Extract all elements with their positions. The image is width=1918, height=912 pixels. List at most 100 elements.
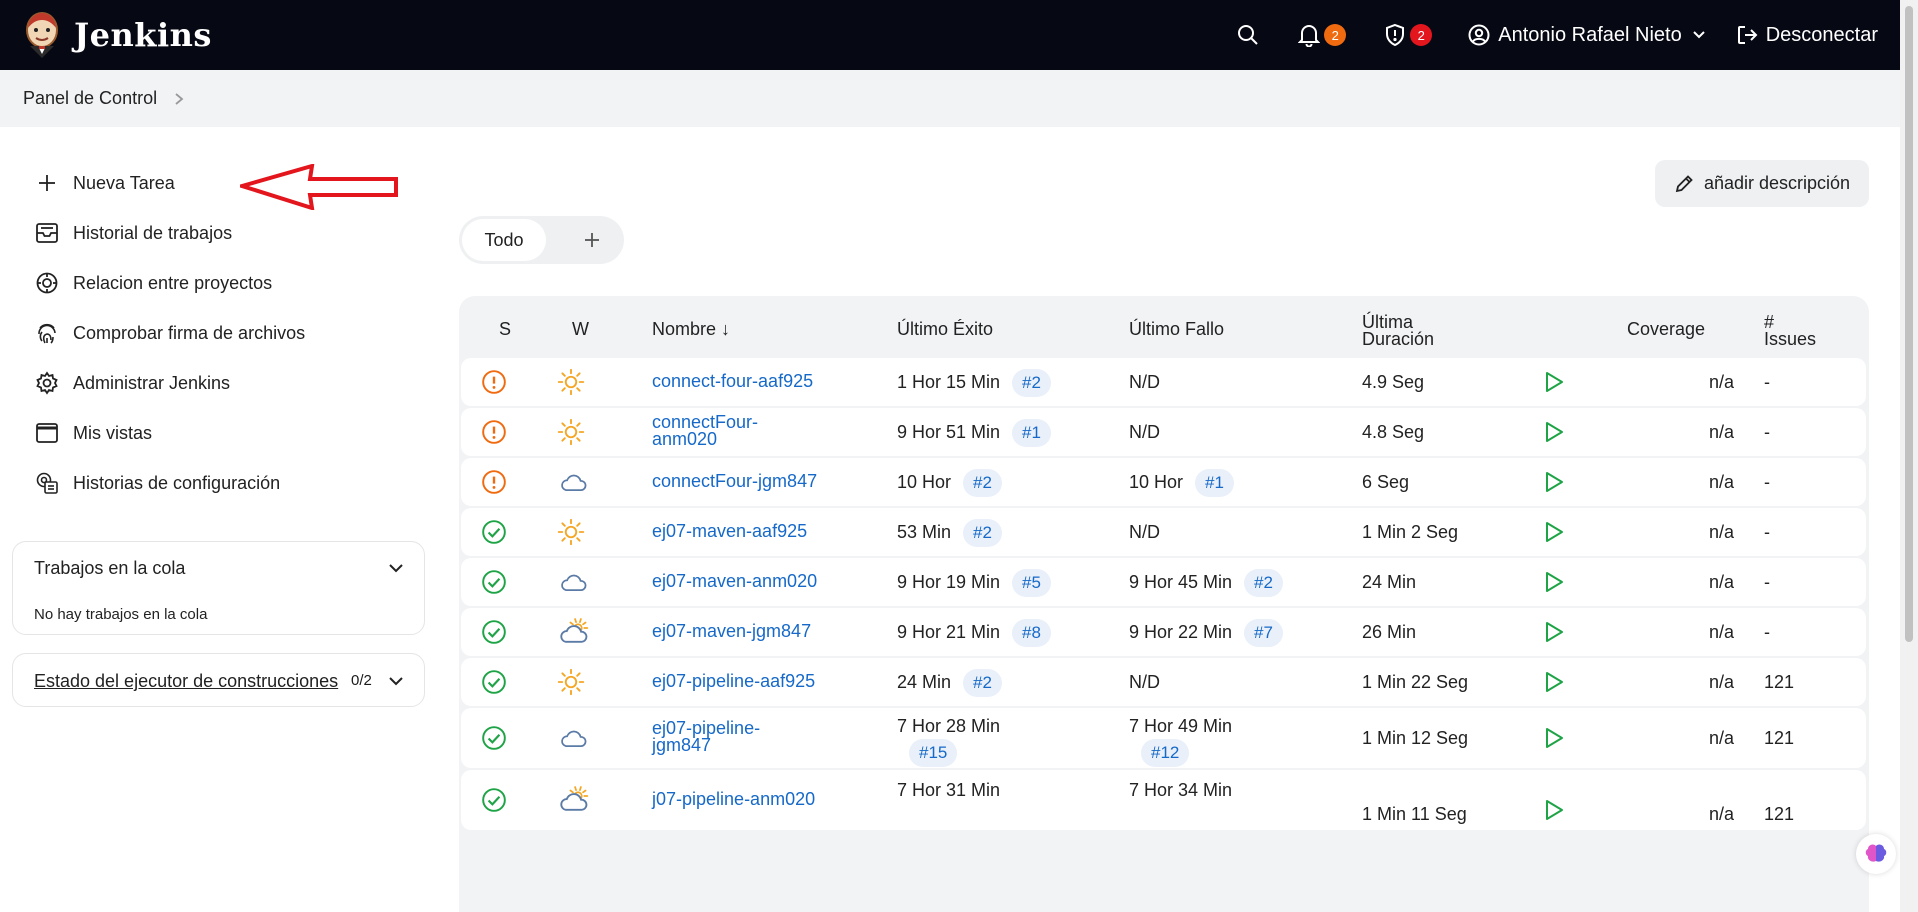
table-row: ej07-maven-jgm847 9 Hor 21 Min #8 9 Hor 22 … [461, 608, 1866, 656]
build-queue-panel: Trabajos en la cola No hay trabajos en l… [12, 541, 425, 635]
chevron-down-icon [1693, 31, 1705, 39]
build-link[interactable]: #1 [1012, 419, 1051, 447]
job-name-link[interactable]: connectFour-anm020 [652, 413, 758, 448]
status-unstable-icon [481, 369, 507, 400]
table-row: ej07-pipeline-aaf925 24 Min #2 N/D 1 Min 22 … [461, 658, 1866, 706]
build-link[interactable]: #2 [1244, 569, 1283, 597]
header-coverage[interactable]: Coverage [1627, 320, 1705, 338]
last-failure-cell: N/D [1129, 372, 1160, 392]
job-name-link[interactable]: ej07-pipeline-jgm847 [652, 719, 760, 754]
scrollbar-thumb[interactable] [1905, 6, 1913, 642]
job-name-link[interactable]: connectFour-jgm847 [652, 472, 817, 490]
coverage-cell: n/a [1709, 422, 1735, 442]
issues-cell: 121 [1764, 672, 1795, 692]
sidebar-item-project-relationship[interactable]: Relacion entre proyectos [34, 270, 272, 296]
schedule-build-icon[interactable] [1543, 420, 1565, 449]
schedule-build-icon[interactable] [1543, 620, 1565, 649]
user-name: Antonio Rafael Nieto [1498, 23, 1682, 46]
header-name[interactable]: Nombre ↓ [652, 320, 730, 338]
coverage-cell: n/a [1709, 672, 1735, 692]
weather-cloudy-icon [557, 468, 589, 501]
sidebar-item-label: Administrar Jenkins [73, 372, 231, 393]
search-button[interactable] [1236, 23, 1260, 47]
header-issues-2[interactable]: Issues [1764, 330, 1816, 348]
last-duration-cell: 1 Min 12 Seg [1362, 728, 1469, 748]
last-duration-cell: 26 Min [1362, 622, 1417, 642]
weather-sunny-icon [557, 418, 585, 451]
build-link[interactable]: #1 [1195, 469, 1234, 497]
job-name-link[interactable]: j07-pipeline-anm020 [652, 790, 815, 808]
build-link[interactable]: #2 [963, 669, 1002, 697]
issues-cell: - [1764, 622, 1770, 642]
fingerprint-icon [38, 323, 56, 344]
chevron-right-icon[interactable] [173, 92, 185, 106]
job-name-link[interactable]: ej07-pipeline-aaf925 [652, 672, 815, 690]
schedule-build-icon[interactable] [1543, 370, 1565, 399]
last-failure-cell: N/D [1129, 422, 1160, 442]
user-menu[interactable]: Antonio Rafael Nieto [1468, 24, 1705, 47]
issues-cell: - [1764, 372, 1770, 392]
schedule-build-icon[interactable] [1543, 726, 1565, 755]
assistant-button[interactable] [1856, 834, 1896, 874]
issues-cell: 121 [1764, 804, 1795, 824]
plus-icon [585, 233, 599, 247]
security-button[interactable]: 2 [1384, 23, 1433, 47]
header-last-failure[interactable]: Último Fallo [1129, 320, 1224, 338]
sidebar-item-config-history[interactable]: Historias de configuración [34, 470, 280, 496]
bell-icon [1298, 25, 1321, 47]
sidebar-item-label: Mis vistas [73, 422, 153, 443]
build-link[interactable]: #2 [963, 519, 1002, 547]
last-success-cell: 53 Min #2 [897, 518, 1002, 547]
job-name-link[interactable]: connect-four-aaf925 [652, 372, 813, 390]
build-link[interactable]: #8 [1012, 619, 1051, 647]
add-view-button[interactable] [571, 219, 613, 261]
schedule-build-icon[interactable] [1543, 470, 1565, 499]
app-name: Jenkins [74, 16, 212, 54]
header-last-duration-2[interactable]: Duración [1362, 330, 1434, 348]
status-success-icon [481, 725, 507, 756]
sidebar-item-fingerprint[interactable]: Comprobar firma de archivos [34, 320, 305, 346]
add-description-button[interactable]: añadir descripción [1655, 160, 1869, 207]
chevron-down-icon[interactable] [388, 674, 404, 688]
jenkins-logo[interactable]: Jenkins [22, 10, 212, 60]
build-link[interactable]: #2 [1012, 369, 1051, 397]
coverage-cell: n/a [1709, 622, 1735, 642]
issues-cell: - [1764, 522, 1770, 542]
sidebar-item-manage-jenkins[interactable]: Administrar Jenkins [34, 370, 230, 396]
breadcrumb-dashboard[interactable]: Panel de Control [23, 88, 157, 109]
last-success-cell: 7 Hor 31 Min [897, 780, 1001, 800]
top-bar: Jenkins 2 2 Antonio Rafael Nieto Descone… [0, 0, 1900, 70]
notifications-button[interactable]: 2 [1298, 23, 1347, 47]
schedule-build-icon[interactable] [1543, 570, 1565, 599]
logout-label: Desconectar [1765, 23, 1878, 46]
sidebar-item-new-task[interactable]: Nueva Tarea [34, 170, 175, 196]
header-status[interactable]: S [499, 320, 511, 338]
build-link[interactable]: #15 [909, 739, 958, 767]
build-link[interactable]: #12 [1141, 739, 1190, 767]
window-icon [36, 423, 58, 443]
table-row: ej07-pipeline-jgm847 7 Hor 28 Min #15 7 Hor… [461, 708, 1866, 768]
schedule-build-icon[interactable] [1543, 798, 1565, 827]
header-last-success[interactable]: Último Éxito [897, 320, 993, 338]
job-name-link[interactable]: ej07-maven-anm020 [652, 572, 817, 590]
issues-cell: - [1764, 422, 1770, 442]
chevron-down-icon[interactable] [388, 561, 404, 575]
schedule-build-icon[interactable] [1543, 520, 1565, 549]
tab-all[interactable]: Todo [462, 219, 546, 261]
last-success-cell: 7 Hor 28 Min #15 [897, 716, 1000, 767]
logout-button[interactable]: Desconectar [1736, 24, 1878, 47]
job-name-link[interactable]: ej07-maven-jgm847 [652, 622, 811, 640]
last-success-cell: 1 Hor 15 Min #2 [897, 368, 1051, 397]
header-weather[interactable]: W [572, 320, 589, 338]
status-unstable-icon [481, 419, 507, 450]
sidebar-item-my-views[interactable]: Mis vistas [34, 420, 152, 446]
executor-status-link[interactable]: Estado del ejecutor de construcciones [34, 671, 338, 692]
job-name-link[interactable]: ej07-maven-aaf925 [652, 522, 807, 540]
build-link[interactable]: #2 [963, 469, 1002, 497]
build-link[interactable]: #7 [1244, 619, 1283, 647]
build-link[interactable]: #5 [1012, 569, 1051, 597]
sidebar-item-label: Historias de configuración [73, 472, 281, 493]
sidebar-item-build-history[interactable]: Historial de trabajos [34, 220, 232, 246]
schedule-build-icon[interactable] [1543, 670, 1565, 699]
page-scrollbar[interactable] [1900, 0, 1918, 912]
